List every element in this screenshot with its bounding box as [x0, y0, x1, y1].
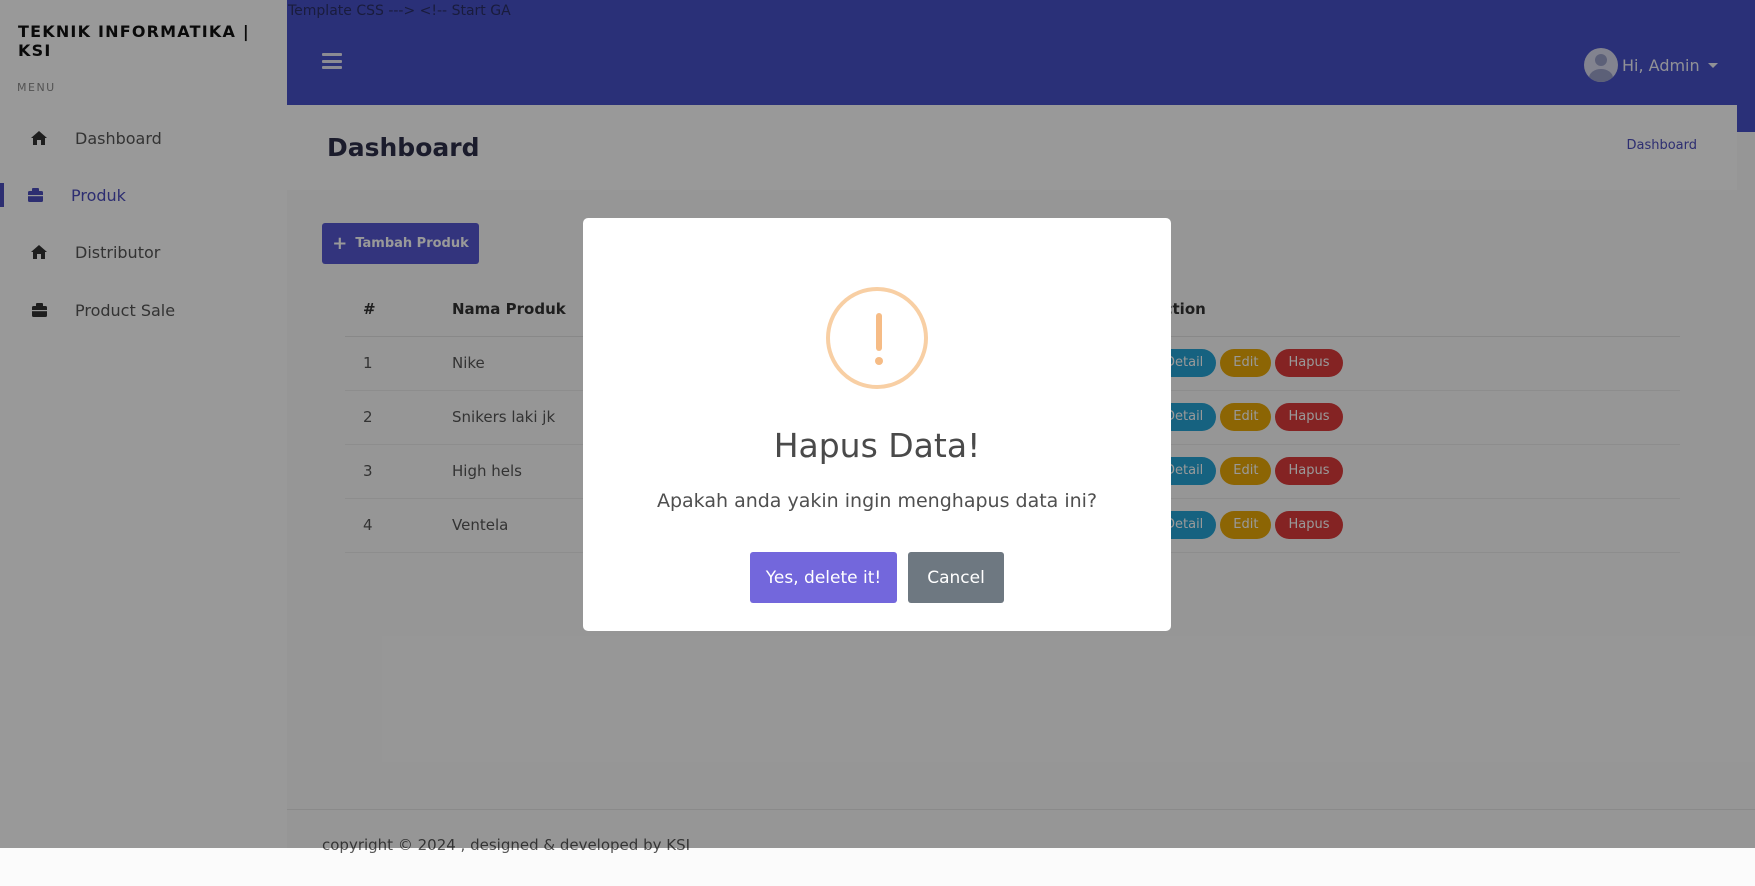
confirm-delete-dialog: Hapus Data! Apakah anda yakin ingin meng…: [583, 218, 1171, 631]
dialog-title: Hapus Data!: [773, 426, 981, 465]
cancel-button[interactable]: Cancel: [908, 552, 1004, 603]
confirm-delete-button[interactable]: Yes, delete it!: [750, 552, 897, 603]
warning-icon: [826, 287, 928, 389]
dialog-message: Apakah anda yakin ingin menghapus data i…: [656, 490, 1098, 512]
